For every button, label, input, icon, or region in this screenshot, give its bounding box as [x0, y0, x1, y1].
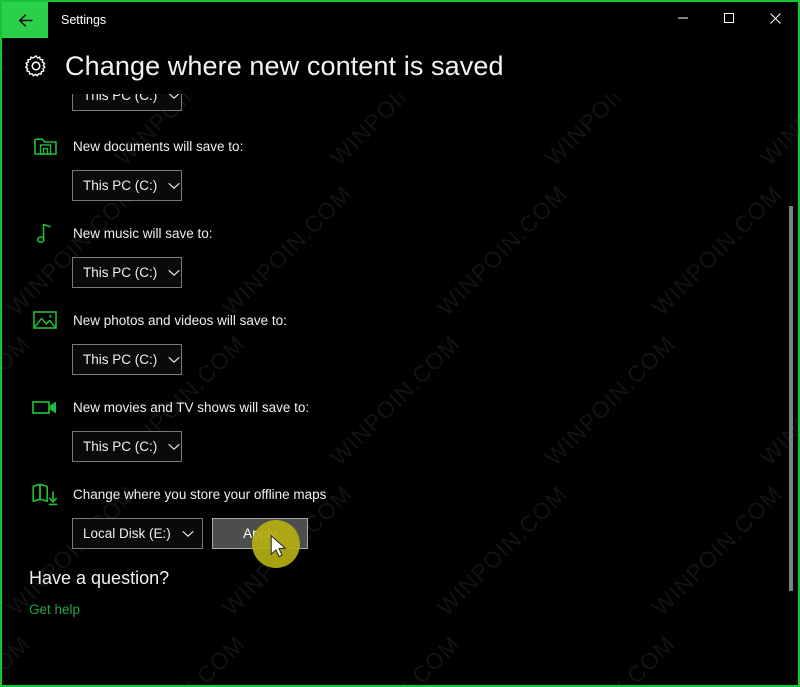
maximize-button[interactable]: [706, 2, 752, 34]
dropdown-documents-location[interactable]: This PC (C:): [72, 170, 182, 201]
gear-icon: [24, 54, 48, 78]
setting-row-movies: New movies and TV shows will save to: Th…: [4, 394, 309, 462]
help-heading: Have a question?: [29, 568, 170, 588]
dropdown-value: This PC (C:): [83, 265, 158, 280]
close-button[interactable]: [752, 2, 798, 34]
close-icon: [769, 12, 781, 24]
help-section: Have a question? Get help: [4, 568, 169, 619]
get-help-link[interactable]: Get help: [29, 602, 80, 617]
dropdown-value: Local Disk (E:): [83, 526, 171, 541]
page-title: Change where new content is saved: [65, 50, 504, 81]
dropdown-photos-location[interactable]: This PC (C:): [72, 344, 182, 375]
setting-row-offline-maps: Change where you store your offline maps…: [4, 481, 326, 549]
scrollbar-thumb[interactable]: [789, 206, 793, 591]
photo-icon: [30, 307, 60, 333]
setting-label-photos: New photos and videos will save to:: [73, 312, 287, 328]
setting-label-movies: New movies and TV shows will save to:: [73, 399, 310, 415]
chevron-down-icon: [168, 269, 180, 277]
dropdown-value: This PC (C:): [83, 178, 158, 193]
back-button[interactable]: [2, 2, 48, 38]
dropdown-value: This PC (C:): [83, 439, 158, 454]
minimize-button[interactable]: [660, 2, 706, 34]
window-title: Settings: [61, 13, 107, 27]
setting-row-photos: New photos and videos will save to: This…: [4, 307, 287, 375]
settings-window: WINPOIN.COM WINPOIN.COM WINPOIN.COM WINPOIN…: [0, 0, 800, 687]
minimize-icon: [678, 17, 688, 19]
documents-folder-icon: [30, 133, 60, 159]
setting-row-music: New music will save to: This PC (C:): [4, 220, 213, 288]
chevron-down-icon: [168, 443, 180, 451]
chevron-down-icon: [182, 530, 194, 538]
vertical-scrollbar[interactable]: [788, 38, 794, 685]
video-camera-icon: [30, 394, 60, 420]
setting-label-documents: New documents will save to:: [73, 138, 244, 154]
scroll-area: This PC (C:) New documents will save to:…: [4, 38, 798, 685]
dropdown-value: This PC (C:): [83, 352, 158, 367]
music-note-icon: [30, 220, 60, 246]
page-header: Change where new content is saved: [4, 38, 798, 94]
chevron-down-icon: [168, 182, 180, 190]
dropdown-offline-maps-location[interactable]: Local Disk (E:): [72, 518, 203, 549]
offline-maps-icon: [30, 481, 60, 507]
setting-label-offline-maps: Change where you store your offline maps: [73, 486, 327, 502]
setting-label-music: New music will save to:: [73, 225, 213, 241]
apply-button[interactable]: Apply: [212, 518, 308, 549]
back-arrow-icon: [18, 13, 33, 27]
chevron-down-icon: [168, 356, 180, 364]
dropdown-music-location[interactable]: This PC (C:): [72, 257, 182, 288]
setting-row-documents: New documents will save to: This PC (C:): [4, 133, 243, 201]
maximize-icon: [724, 13, 734, 23]
dropdown-movies-location[interactable]: This PC (C:): [72, 431, 182, 462]
title-bar: Settings: [2, 2, 798, 38]
